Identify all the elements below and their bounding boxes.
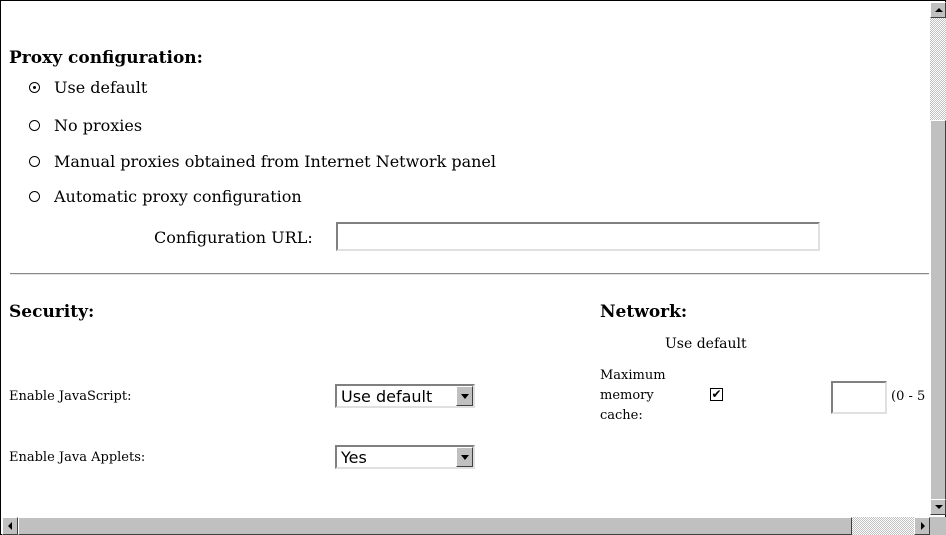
radio-manual-proxies[interactable]: Manual proxies obtained from Internet Ne… bbox=[29, 150, 496, 172]
radio-label: Use default bbox=[54, 77, 148, 97]
select-value: Yes bbox=[341, 448, 367, 467]
security-section-title: Security: bbox=[9, 302, 95, 322]
proxy-section-title: Proxy configuration: bbox=[9, 48, 203, 68]
radio-button[interactable] bbox=[29, 155, 40, 167]
max-memory-label-line2: memory bbox=[600, 388, 654, 403]
dropdown-arrow-icon[interactable] bbox=[456, 447, 473, 467]
radio-automatic-proxy[interactable]: Automatic proxy configuration bbox=[29, 185, 302, 207]
use-default-column-header: Use default bbox=[665, 336, 747, 352]
radio-button[interactable] bbox=[29, 119, 40, 131]
enable-java-applets-select[interactable]: Yes bbox=[335, 445, 475, 469]
scroll-right-button[interactable] bbox=[914, 517, 930, 535]
config-url-label: Configuration URL: bbox=[154, 228, 313, 247]
enable-java-applets-label: Enable Java Applets: bbox=[9, 450, 146, 465]
horizontal-scrollbar[interactable] bbox=[2, 517, 930, 535]
max-memory-label-line3: cache: bbox=[600, 408, 643, 423]
arrow-right-icon bbox=[921, 522, 925, 530]
scrollbar-corner bbox=[930, 517, 946, 535]
section-divider bbox=[10, 273, 929, 275]
arrow-down-icon bbox=[935, 505, 943, 509]
vertical-scroll-thumb[interactable] bbox=[930, 120, 946, 500]
radio-button[interactable] bbox=[29, 81, 40, 93]
window-frame: Proxy configuration: Use default No prox… bbox=[0, 0, 946, 535]
network-section-title: Network: bbox=[600, 302, 688, 322]
radio-label: Manual proxies obtained from Internet Ne… bbox=[54, 151, 497, 171]
max-memory-range-text: (0 - 5 bbox=[891, 389, 926, 404]
scroll-left-button[interactable] bbox=[2, 517, 18, 535]
vertical-scrollbar[interactable] bbox=[930, 2, 946, 515]
enable-javascript-select[interactable]: Use default bbox=[335, 384, 475, 408]
config-url-input[interactable] bbox=[336, 222, 820, 251]
max-memory-use-default-checkbox[interactable]: ✔ bbox=[710, 388, 723, 401]
scroll-down-button[interactable] bbox=[930, 499, 946, 515]
select-value: Use default bbox=[341, 387, 433, 406]
arrow-left-icon bbox=[8, 522, 12, 530]
content-area: Proxy configuration: Use default No prox… bbox=[2, 2, 929, 515]
max-memory-label-line1: Maximum bbox=[600, 368, 666, 383]
radio-no-proxies[interactable]: No proxies bbox=[29, 114, 142, 136]
radio-use-default[interactable]: Use default bbox=[29, 76, 147, 98]
enable-javascript-label: Enable JavaScript: bbox=[9, 389, 132, 404]
max-memory-input[interactable] bbox=[831, 381, 887, 414]
radio-label: Automatic proxy configuration bbox=[54, 186, 302, 206]
arrow-up-icon bbox=[935, 8, 943, 12]
radio-label: No proxies bbox=[54, 115, 143, 135]
scroll-up-button[interactable] bbox=[930, 2, 946, 18]
horizontal-scroll-thumb[interactable] bbox=[18, 517, 852, 535]
radio-button[interactable] bbox=[29, 190, 40, 202]
dropdown-arrow-icon[interactable] bbox=[456, 386, 473, 406]
